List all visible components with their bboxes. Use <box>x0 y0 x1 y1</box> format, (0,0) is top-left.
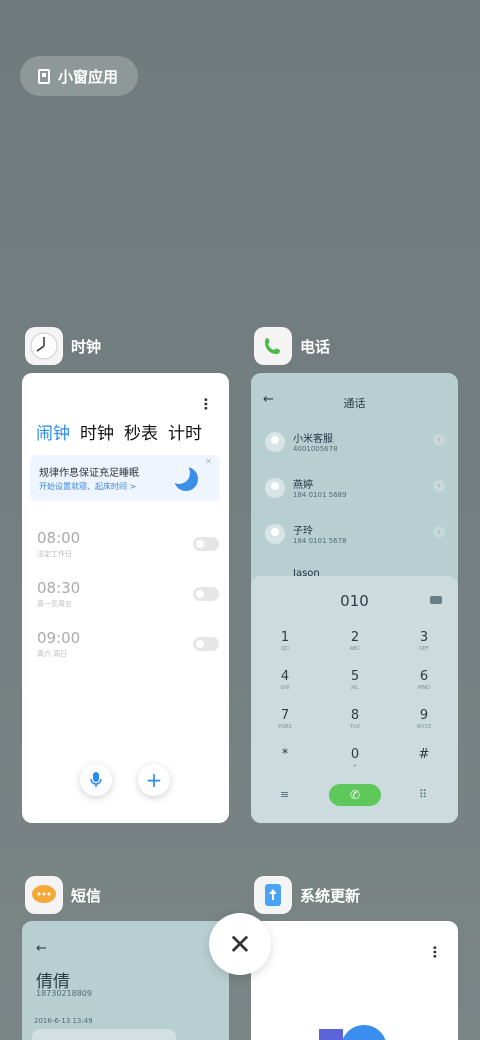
banner-title: 规律作息保证充足睡眠 <box>39 468 139 479</box>
moon-icon <box>168 462 198 491</box>
avatar <box>265 432 285 452</box>
dial-key[interactable]: 7 PQRS <box>265 708 305 730</box>
sms-app-name: 短信 <box>71 886 102 905</box>
contact-row[interactable]: 小米客服 4001005678 › <box>265 430 445 460</box>
dial-key[interactable]: 6 MNO <box>404 669 444 691</box>
sms-contact-number: 18730218809 <box>36 989 92 998</box>
dialpad: 010 1 QO 2 ABC 3 DEF 4 GHI 5 JKL 6 MNO 7 PQRS 8… <box>251 576 458 823</box>
close-icon: ✕ <box>228 927 252 961</box>
tab-stopwatch[interactable]: 秒表 <box>124 419 158 444</box>
alarm-item[interactable]: 09:00 周六 周日 <box>37 629 219 659</box>
dial-key[interactable]: *, <box>265 747 305 769</box>
contact-row[interactable]: 燕婷 184 0101 5689 › <box>265 476 445 506</box>
backspace-icon[interactable] <box>430 596 442 604</box>
tab-clock[interactable]: 时钟 <box>80 419 114 444</box>
contact-name: 小米客服 <box>293 434 333 445</box>
dialpad-toggle-icon[interactable]: ⠿ <box>419 788 427 801</box>
dialed-number: 010 <box>340 592 369 610</box>
phone-window[interactable]: ← 通话 小米客服 4001005678 › 燕婷 184 0101 5689 … <box>251 373 458 823</box>
alarm-time: 09:00 <box>37 629 81 647</box>
clock-app-header: 时钟 <box>25 327 101 365</box>
banner-close-icon[interactable]: ✕ <box>205 457 212 466</box>
sms-window[interactable]: ← 倩倩 18730218809 2016-6-13 13:49 <box>22 921 229 1040</box>
dial-key[interactable]: 9 WXYZ <box>404 708 444 730</box>
sms-app-header: 短信 <box>25 876 101 914</box>
voice-button[interactable] <box>80 764 112 796</box>
dial-key[interactable]: 0 + <box>335 747 375 769</box>
menu-icon[interactable]: ≡ <box>280 788 289 801</box>
tab-alarm[interactable]: 闹钟 <box>36 419 70 444</box>
banner-subtitle: 开始设置就寝、起床时间 > <box>39 482 137 491</box>
contact-number: 4001005678 <box>293 445 338 453</box>
clock-window[interactable]: ··· 闹钟 时钟 秒表 计时 规律作息保证充足睡眠 开始设置就寝、起床时间 >… <box>22 373 229 823</box>
phone-icon <box>254 327 292 365</box>
dial-key[interactable]: 5 JKL <box>335 669 375 691</box>
update-app-header: 系统更新 <box>254 876 360 914</box>
dial-key[interactable]: 1 QO <box>265 630 305 652</box>
sleep-banner[interactable]: 规律作息保证充足睡眠 开始设置就寝、起床时间 > ✕ <box>30 455 220 501</box>
alarm-days: 周一至周五 <box>37 600 72 608</box>
more-icon[interactable]: ··· <box>197 397 213 410</box>
call-button[interactable]: ✆ <box>329 784 381 806</box>
update-app-name: 系统更新 <box>300 886 361 905</box>
add-alarm-button[interactable]: + <box>138 764 170 796</box>
chevron-right-icon[interactable]: › <box>433 480 445 492</box>
alarm-time: 08:00 <box>37 529 81 547</box>
phone-title: 通话 <box>343 397 366 410</box>
alarm-item[interactable]: 08:00 法定工作日 <box>37 529 219 559</box>
phone-app-header: 电话 <box>254 327 330 365</box>
phone-app-name: 电话 <box>300 337 331 356</box>
dial-key[interactable]: 3 DEF <box>404 630 444 652</box>
miui-logo-circle <box>341 1025 387 1040</box>
message-icon <box>25 876 63 914</box>
chevron-right-icon[interactable]: › <box>433 434 445 446</box>
alarm-days: 法定工作日 <box>37 550 72 558</box>
clock-app-name: 时钟 <box>71 337 102 356</box>
small-window-icon <box>38 68 50 84</box>
message-bubble <box>32 1029 176 1040</box>
microphone-icon <box>90 772 102 787</box>
contact-number: 184 0101 5689 <box>293 491 347 499</box>
alarm-toggle[interactable] <box>193 537 219 551</box>
update-window[interactable]: ··· <box>251 921 458 1040</box>
plus-icon: + <box>145 768 163 792</box>
contact-name: 子玲 <box>293 526 313 537</box>
contact-row[interactable]: 子玲 184 0101 5678 › <box>265 522 445 552</box>
small-window-apps-button[interactable]: 小窗应用 <box>20 56 138 96</box>
avatar <box>265 478 285 498</box>
dial-key[interactable]: 4 GHI <box>265 669 305 691</box>
call-icon: ✆ <box>349 788 361 802</box>
alarm-item[interactable]: 08:30 周一至周五 <box>37 579 219 609</box>
clock-icon <box>25 327 63 365</box>
alarm-toggle[interactable] <box>193 637 219 651</box>
contact-number: 184 0101 5678 <box>293 537 347 545</box>
back-arrow-icon[interactable]: ← <box>36 941 47 956</box>
alarm-time: 08:30 <box>37 579 81 597</box>
miui-logo-bar <box>319 1029 343 1040</box>
dial-key[interactable]: 8 TUV <box>335 708 375 730</box>
update-icon <box>254 876 292 914</box>
avatar <box>265 524 285 544</box>
dial-key[interactable]: 2 ABC <box>335 630 375 652</box>
dial-key[interactable]: # <box>404 747 444 763</box>
tab-timer[interactable]: 计时 <box>168 419 202 444</box>
small-window-label: 小窗应用 <box>58 67 119 86</box>
clock-tabs: 闹钟 时钟 秒表 计时 <box>36 419 202 444</box>
alarm-days: 周六 周日 <box>37 650 68 658</box>
more-icon[interactable]: ··· <box>426 945 442 958</box>
contact-name: 燕婷 <box>293 480 313 491</box>
chevron-right-icon[interactable]: › <box>433 526 445 538</box>
sms-date: 2016-6-13 13:49 <box>34 1017 93 1025</box>
alarm-toggle[interactable] <box>193 587 219 601</box>
close-all-button[interactable]: ✕ <box>209 913 271 975</box>
